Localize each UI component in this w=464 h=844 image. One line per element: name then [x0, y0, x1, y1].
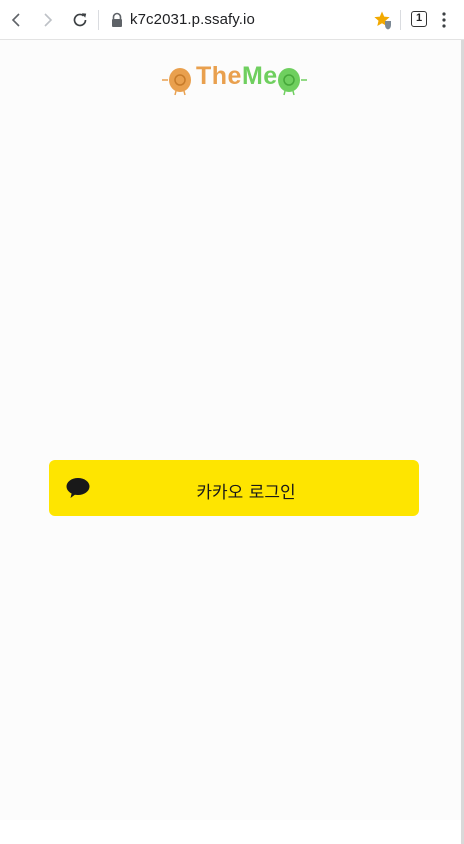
reload-icon [73, 13, 87, 27]
logo-wordmark: TheMe [196, 62, 278, 91]
forward-arrow-icon [44, 13, 53, 27]
bookmark-star-icon[interactable] [373, 10, 393, 30]
toolbar-divider [98, 10, 99, 30]
logo-text-the: The [196, 62, 242, 90]
tab-count-button[interactable]: 1 [411, 11, 427, 27]
more-menu-icon[interactable] [440, 10, 448, 30]
kakao-login-button[interactable]: 카카오 로그인 [49, 460, 419, 516]
theme-logo[interactable]: TheMe [160, 62, 310, 98]
orange-mascot-icon [162, 68, 191, 96]
back-button[interactable] [2, 6, 30, 34]
kakao-login-label: 카카오 로그인 [196, 483, 296, 503]
forward-button[interactable] [34, 6, 62, 34]
bottom-edge [0, 820, 461, 844]
lock-icon[interactable] [110, 12, 124, 28]
page-content: TheMe 카카오 로그인 [0, 40, 461, 820]
browser-toolbar: k7c2031.p.ssafy.io 1 [0, 0, 464, 40]
address-bar-url[interactable]: k7c2031.p.ssafy.io [130, 11, 255, 28]
reload-button[interactable] [66, 6, 94, 34]
back-arrow-icon [11, 13, 20, 27]
toolbar-divider-right [400, 10, 401, 30]
green-mascot-icon [278, 68, 307, 96]
